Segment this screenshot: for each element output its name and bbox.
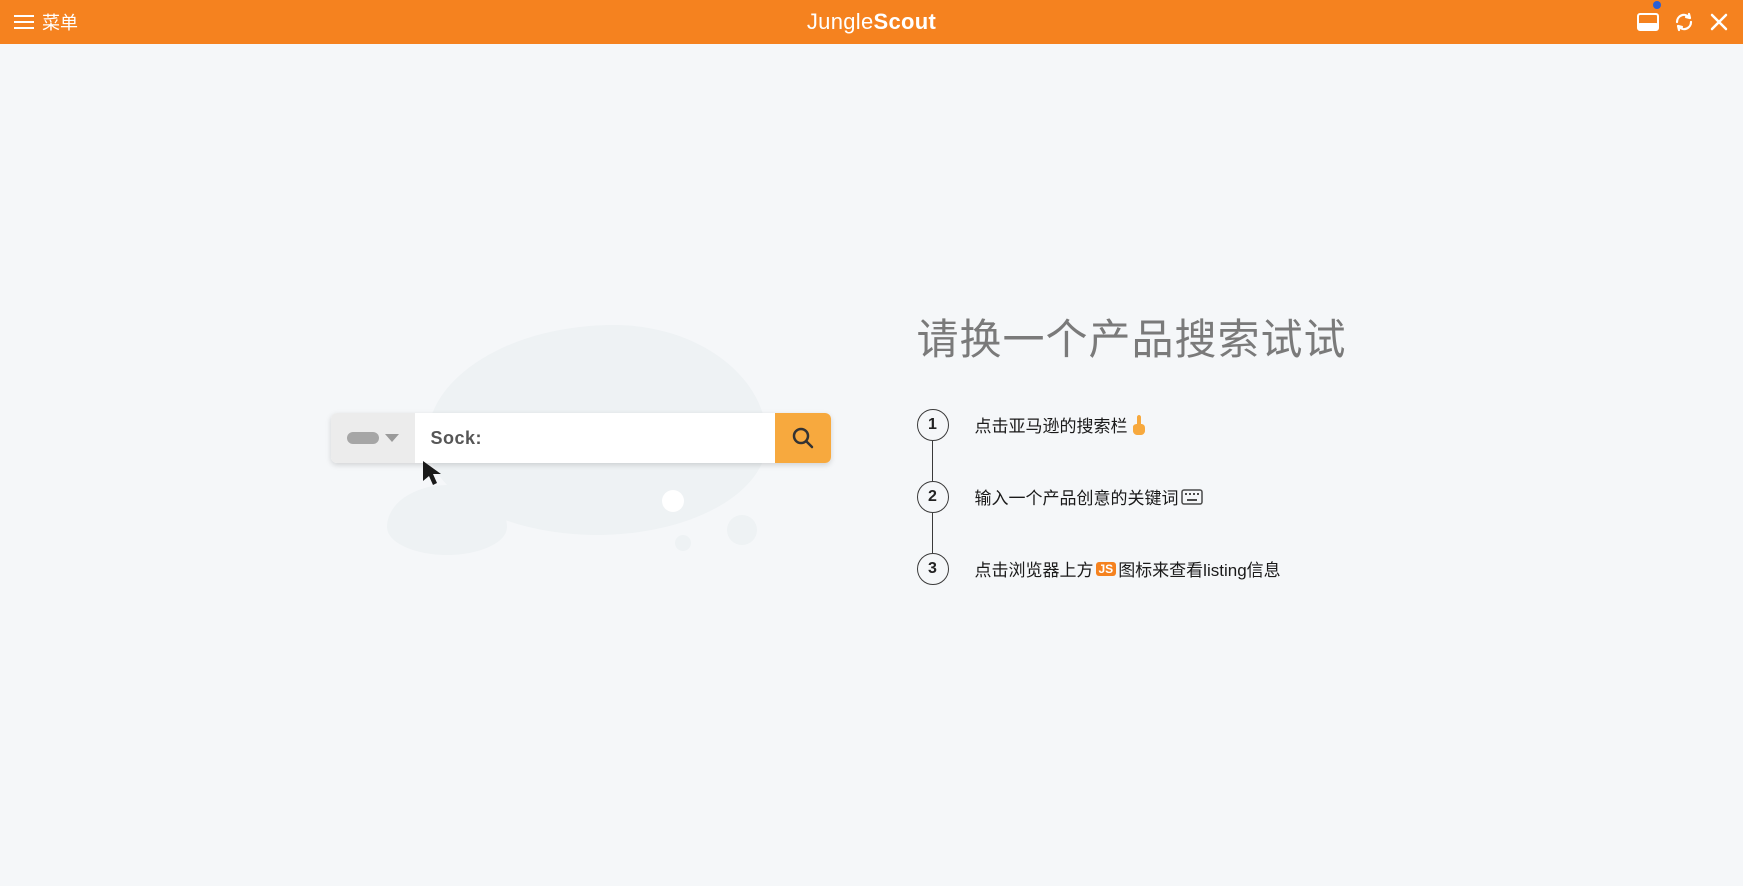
step-item: 2 输入一个产品创意的关键词 [917,481,1437,553]
window-icon[interactable] [1637,13,1659,31]
step-number: 1 [917,409,949,441]
app-header: 菜单 JungleScout [0,0,1743,44]
illustration-searchbar: Sock: [331,413,831,463]
step-number: 2 [917,481,949,513]
step-item: 3 点击浏览器上方 JS 图标来查看listing信息 [917,553,1437,585]
instructions-panel: 请换一个产品搜索试试 1 点击亚马逊的搜索栏 2 输入一个产品创意的关键词 [917,306,1437,585]
menu-button[interactable]: 菜单 [14,9,78,35]
notification-dot [1653,1,1661,9]
step-number: 3 [917,553,949,585]
search-illustration: Sock: [307,285,827,605]
illustration-search-text: Sock: [415,413,775,463]
search-icon [790,425,816,451]
js-badge-icon: JS [1096,562,1117,576]
close-icon[interactable] [1709,12,1729,32]
menu-label: 菜单 [42,9,78,35]
illustration-search-button [775,413,831,463]
hamburger-icon [14,15,34,29]
instructions-title: 请换一个产品搜索试试 [917,306,1437,367]
point-up-icon [1130,415,1148,435]
main-content: Sock: 请换一个产品搜索试试 1 点击亚马逊的搜索栏 [0,44,1743,886]
keyboard-icon [1181,489,1203,505]
illustration-category-dropdown [331,413,415,463]
step-text: 输入一个产品创意的关键词 [975,484,1205,509]
bg-blob [675,535,691,551]
brand-title: JungleScout [807,9,936,35]
step-text: 点击亚马逊的搜索栏 [975,412,1150,437]
category-pill [347,432,379,444]
header-actions [1637,11,1729,33]
cursor-icon [421,459,447,487]
step-text: 点击浏览器上方 JS 图标来查看listing信息 [975,556,1281,581]
step-item: 1 点击亚马逊的搜索栏 [917,409,1437,481]
refresh-icon[interactable] [1673,11,1695,33]
bg-dot [662,490,684,512]
bg-blob [727,515,757,545]
chevron-down-icon [385,434,399,442]
steps-list: 1 点击亚马逊的搜索栏 2 输入一个产品创意的关键词 [917,409,1437,585]
